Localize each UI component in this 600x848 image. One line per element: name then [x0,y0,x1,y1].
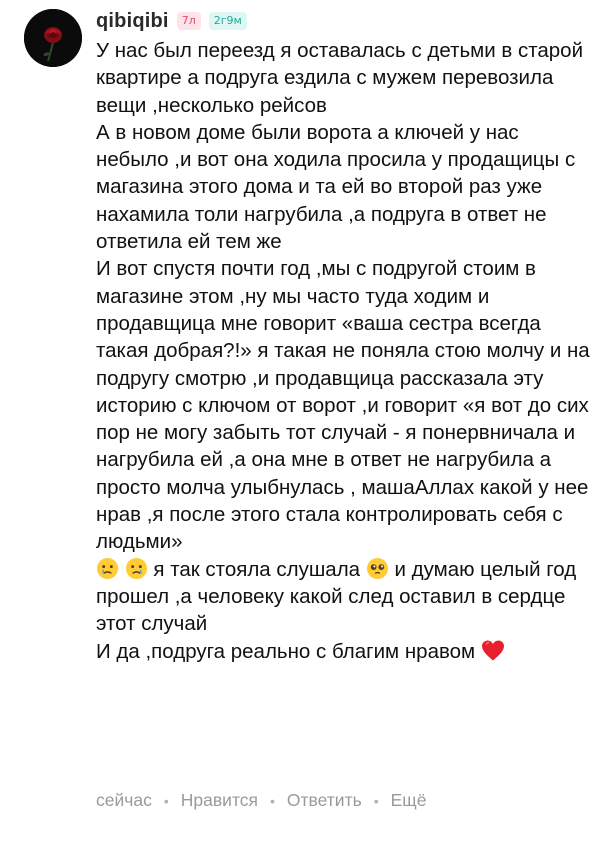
separator: • [163,792,169,809]
rose-avatar-icon [24,9,82,67]
comment-paragraph-5: И да ,подруга реально с благим нравом [96,638,592,665]
pleading-face-icon [366,557,389,580]
like-button[interactable]: Нравится [181,790,258,811]
red-heart-icon [481,639,504,662]
comment: qibiqibi 7л 2г9м У нас был переезд я ост… [0,0,600,848]
comment-paragraph-3: И вот спустя почти год ,мы с подругой ст… [96,257,590,554]
emoji-line-text: я так стояла слушала [153,557,361,581]
comment-actions: сейчас • Нравится • Ответить • Ещё [96,790,426,811]
separator: • [373,792,379,809]
comment-header: qibiqibi 7л 2г9м [96,6,592,36]
age-badge: 7л [176,12,201,30]
comment-paragraph-1: У нас был переезд я оставалась с детьми … [96,39,584,117]
last-line-text: И да ,подруга реально с благим нравом [96,639,476,663]
crying-face-icon [125,557,148,580]
timestamp: сейчас [96,790,152,810]
reply-button[interactable]: Ответить [287,790,362,811]
comment-content: qibiqibi 7л 2г9м У нас был переезд я ост… [96,6,592,665]
username[interactable]: qibiqibi [96,10,169,33]
more-button[interactable]: Ещё [391,790,427,811]
comment-body: У нас был переезд я оставалась с детьми … [96,37,592,665]
comment-paragraph-4: я так стояла слушала и думаю целый год п… [96,556,592,638]
comment-paragraph-2: А в новом доме были ворота а ключей у на… [96,120,576,254]
user-avatar[interactable] [24,9,82,67]
crying-face-icon [96,557,119,580]
time-badge: 2г9м [208,12,247,30]
separator: • [270,792,275,809]
